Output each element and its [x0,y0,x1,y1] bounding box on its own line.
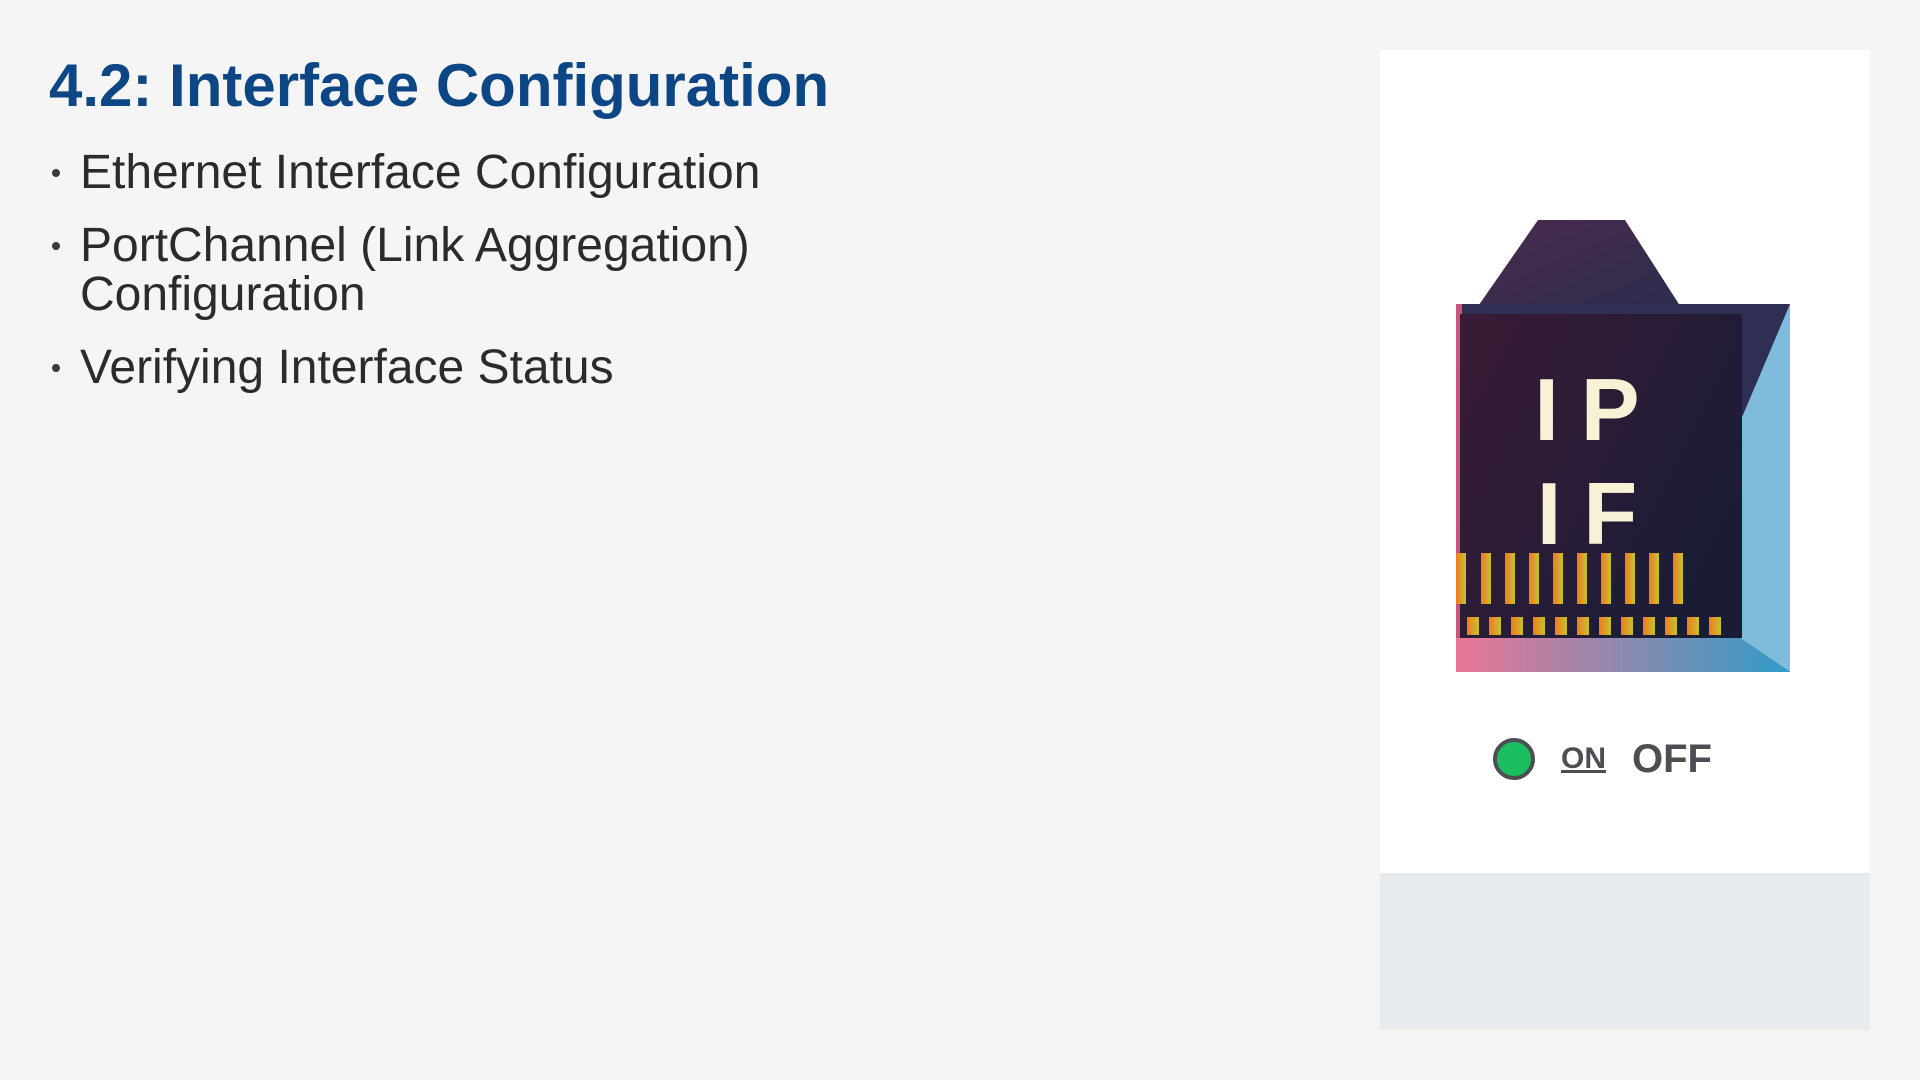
bullet-item: PortChannel (Link Aggregation) Configura… [49,221,849,319]
power-toggle: ON OFF [1493,733,1712,785]
port-latch-shape [1474,220,1684,312]
panel-footer [1380,873,1870,1030]
bullet-dot-icon [52,169,60,177]
bullet-dot-icon [52,242,60,250]
bullet-text: Ethernet Interface Configuration [80,146,761,199]
port-label-line2: IF [1537,464,1659,563]
bullet-dot-icon [52,364,60,372]
bullet-item: Ethernet Interface Configuration [49,148,849,197]
bullet-item: Verifying Interface Status [49,343,849,392]
port-base-shape [1456,638,1790,672]
toggle-on-label: ON [1561,742,1606,775]
status-led-icon [1493,738,1535,780]
slide-title: 4.2: Interface Configuration [49,52,830,119]
bullet-text: PortChannel (Link Aggregation) Configura… [80,219,750,321]
bullet-list: Ethernet Interface Configuration PortCha… [49,148,849,416]
bullet-text: Verifying Interface Status [80,341,614,394]
toggle-off-label: OFF [1632,736,1712,781]
illustration-panel: IP IF ON OFF [1380,50,1870,1030]
port-label-line1: IP [1534,360,1661,459]
